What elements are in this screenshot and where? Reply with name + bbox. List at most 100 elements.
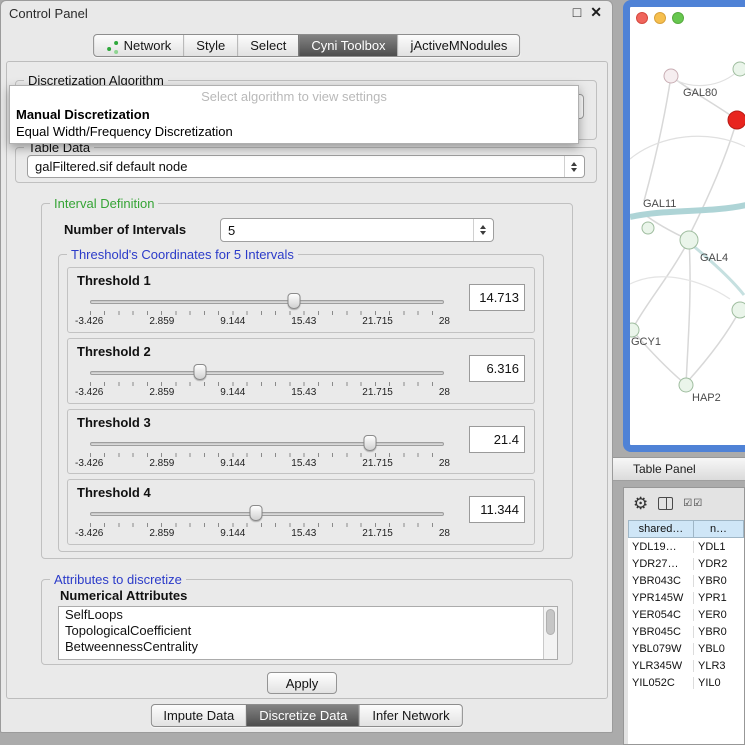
threshold-slider[interactable] — [90, 369, 444, 377]
interval-definition-group: Interval Definition Number of Intervals … — [41, 203, 573, 559]
table-row[interactable]: YBR045CYBR0 — [628, 623, 744, 640]
network-edge[interactable] — [644, 76, 671, 201]
table-row[interactable]: YBR043CYBR0 — [628, 572, 744, 589]
column-header[interactable]: n… — [694, 520, 744, 538]
scale-tick-label: 9.144 — [220, 458, 245, 469]
table-panel-title: Table Panel — [633, 462, 696, 476]
tab-impute-data[interactable]: Impute Data — [151, 705, 246, 726]
table-row[interactable]: YBL079WYBL0 — [628, 640, 744, 657]
table-toolbar: ⚙ ☑☑ — [624, 488, 744, 518]
slider-track[interactable] — [90, 300, 444, 304]
table-data-group: Table Data galFiltered.sif default node — [15, 147, 597, 183]
network-node[interactable] — [733, 62, 745, 76]
scale-tick-label: 21.715 — [362, 316, 393, 327]
scale-tick-label: 15.43 — [291, 458, 316, 469]
scale-tick-label: 2.859 — [149, 528, 174, 539]
scale-tick-label: 21.715 — [362, 528, 393, 539]
apply-button[interactable]: Apply — [267, 672, 337, 694]
scale-tick-label: 28 — [439, 528, 450, 539]
list-item-betweennesscentrality[interactable]: BetweennessCentrality — [59, 639, 557, 655]
network-node[interactable] — [728, 111, 745, 129]
gear-icon[interactable]: ⚙ — [633, 495, 648, 512]
threshold-value-field[interactable]: 21.4 — [469, 426, 525, 453]
slider-track[interactable] — [90, 371, 444, 375]
slider-track[interactable] — [90, 512, 444, 516]
table-panel-window: ⚙ ☑☑ shared… n… YDL19…YDL1YDR27…YDR2YBR0… — [623, 487, 745, 745]
network-edge[interactable] — [688, 310, 740, 381]
slider-thumb[interactable] — [193, 364, 206, 380]
tab-style[interactable]: Style — [183, 35, 237, 56]
threshold-label: Threshold 3 — [77, 415, 151, 430]
select-columns-checkboxes-icon[interactable]: ☑☑ — [683, 498, 703, 509]
network-node[interactable] — [679, 378, 693, 392]
network-edge[interactable] — [674, 69, 740, 86]
scale-tick-label: 28 — [439, 316, 450, 327]
threshold-slider[interactable] — [90, 440, 444, 448]
network-node[interactable] — [732, 302, 745, 318]
table-row[interactable]: YDL19…YDL1 — [628, 538, 744, 555]
table-row[interactable]: YLR345WYLR3 — [628, 657, 744, 674]
threshold-value-field[interactable]: 11.344 — [469, 496, 525, 523]
network-icon — [106, 40, 119, 52]
network-edge[interactable] — [632, 240, 689, 330]
network-view-window[interactable]: GAL80GAL11GAL4GCY1HAP2 — [623, 0, 745, 452]
threshold-list: Threshold 1 -3.4262.8599.14415.4321.7152… — [67, 267, 535, 545]
close-window-button[interactable]: ✕ — [590, 4, 602, 21]
column-header[interactable]: shared… — [628, 520, 694, 538]
table-cell: YBR045C — [628, 626, 694, 638]
threshold-value-field[interactable]: 14.713 — [469, 284, 525, 311]
network-node[interactable] — [642, 222, 654, 234]
table-data-combo[interactable]: galFiltered.sif default node — [27, 155, 585, 178]
scale-tick-label: 15.43 — [291, 316, 316, 327]
threshold-slider[interactable] — [90, 510, 444, 518]
list-item-topologicalcoefficient[interactable]: TopologicalCoefficient — [59, 623, 557, 639]
list-item-selfloops[interactable]: SelfLoops — [59, 607, 557, 623]
slider-thumb[interactable] — [288, 293, 301, 309]
window-traffic-lights — [636, 12, 684, 24]
slider-track[interactable] — [90, 442, 444, 446]
table-row[interactable]: YIL052CYIL0 — [628, 674, 744, 691]
tab-label: Network — [124, 38, 172, 53]
columns-icon[interactable] — [658, 497, 673, 510]
table-cell: YPR1 — [694, 592, 744, 604]
network-edge[interactable] — [686, 240, 690, 385]
slider-ticks — [90, 523, 444, 527]
network-canvas[interactable]: GAL80GAL11GAL4GCY1HAP2 — [630, 29, 745, 452]
network-edge[interactable] — [630, 277, 730, 299]
network-node-label: GAL4 — [700, 252, 728, 264]
dropdown-option-manual-discretization[interactable]: Manual Discretization — [10, 106, 578, 123]
scale-tick-label: 21.715 — [362, 458, 393, 469]
close-traffic-light-icon[interactable] — [636, 12, 648, 24]
slider-thumb[interactable] — [363, 435, 376, 451]
threshold-value-field[interactable]: 6.316 — [469, 355, 525, 382]
tab-discretize-data[interactable]: Discretize Data — [246, 705, 359, 726]
table-row[interactable]: YPR145WYPR1 — [628, 589, 744, 606]
scrollbar-thumb[interactable] — [546, 609, 555, 635]
tab-jactivemnodules[interactable]: jActiveMNodules — [398, 35, 520, 56]
attributes-scrollbar[interactable] — [543, 607, 557, 659]
table-row[interactable]: YDR27…YDR2 — [628, 555, 744, 572]
table-cell: YLR3 — [694, 660, 744, 672]
float-window-button[interactable]: □ — [573, 4, 581, 21]
tab-select[interactable]: Select — [237, 35, 298, 56]
dropdown-option-equal-width-frequency-discretization[interactable]: Equal Width/Frequency Discretization — [10, 123, 578, 140]
scale-tick-label: 2.859 — [149, 458, 174, 469]
network-node[interactable] — [664, 69, 678, 83]
num-intervals-combo[interactable]: 5 — [220, 218, 494, 242]
slider-scale-labels: -3.4262.8599.14415.4321.71528 — [75, 387, 450, 398]
table-cell: YBL079W — [628, 643, 694, 655]
window-title: Control Panel — [9, 6, 88, 21]
tab-cyni-toolbox[interactable]: Cyni Toolbox — [298, 35, 397, 56]
tab-network[interactable]: Network — [94, 35, 184, 56]
control-panel-window: Control Panel □ ✕ Network StyleSelectCyni… — [0, 0, 613, 733]
table-row[interactable]: YER054CYER0 — [628, 606, 744, 623]
zoom-traffic-light-icon[interactable] — [672, 12, 684, 24]
threshold-label: Threshold 4 — [77, 485, 151, 500]
tab-infer-network[interactable]: Infer Network — [359, 705, 461, 726]
dropdown-options: Manual DiscretizationEqual Width/Frequen… — [10, 106, 578, 140]
network-node[interactable] — [630, 323, 639, 337]
minimize-traffic-light-icon[interactable] — [654, 12, 666, 24]
network-node[interactable] — [680, 231, 698, 249]
threshold-slider[interactable] — [90, 298, 444, 306]
slider-thumb[interactable] — [250, 505, 263, 521]
